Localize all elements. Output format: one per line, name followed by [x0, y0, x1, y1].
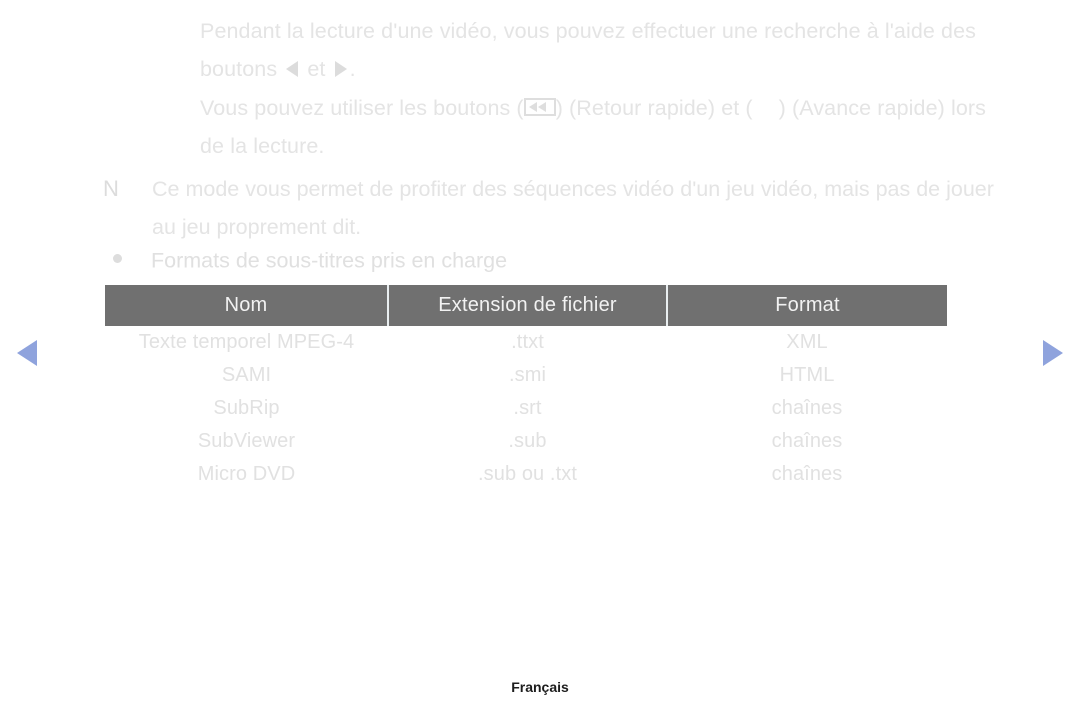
- table-cell-name: SubViewer: [197, 430, 296, 452]
- table-cell-name: SubRip: [213, 397, 280, 419]
- note-marker-n: N: [103, 176, 119, 201]
- table-row: SubViewer .sub chaînes: [105, 425, 947, 458]
- table-cell-name: Texte temporel MPEG-4: [138, 331, 355, 353]
- paragraph-seek-text-mid: et: [301, 57, 332, 81]
- table-cell-format: HTML: [779, 364, 835, 386]
- table-cell-format: chaînes: [771, 463, 843, 485]
- subtitle-formats-table: Nom Extension de fichier Format Texte te…: [105, 285, 947, 491]
- table-cell-extension: .srt: [513, 397, 542, 419]
- paragraph-playback-text-part2: ) (Retour rapide) et (: [555, 96, 753, 120]
- emanual-page: Pendant la lecture d'une vidéo, vous pou…: [0, 0, 1080, 705]
- table-row: Micro DVD .sub ou .txt chaînes: [105, 458, 947, 491]
- bullet-dot-icon: [113, 254, 122, 264]
- rewind-triangle-icon: [286, 61, 299, 78]
- note-block: N Ce mode vous permet de profiter des sé…: [103, 170, 1018, 246]
- next-page-arrow-icon[interactable]: [1043, 340, 1063, 366]
- table-cell-format: chaînes: [771, 397, 843, 419]
- table-cell-format: chaînes: [771, 430, 843, 452]
- footer-language: Français: [511, 679, 569, 695]
- table-cell-name: SAMI: [221, 364, 272, 386]
- previous-page-arrow-icon[interactable]: [17, 340, 37, 366]
- rewind-key-icon: [523, 98, 556, 117]
- table-cell-extension: .sub: [508, 430, 547, 452]
- table-cell-extension: .smi: [508, 364, 547, 386]
- paragraph-playback-text-part1: Vous pouvez utiliser les boutons (: [200, 96, 524, 120]
- table-cell-extension: .sub ou .txt: [477, 463, 578, 485]
- paragraph-playback-buttons: Vous pouvez utiliser les boutons ( ) (Ret…: [200, 89, 1012, 165]
- paragraph-seek-text-end: .: [349, 57, 356, 81]
- fast-forward-key-icon-missing: [753, 101, 779, 117]
- table-cell-name: Micro DVD: [197, 463, 296, 485]
- table-cell-extension: .ttxt: [511, 331, 544, 353]
- bullet-subtitle-formats: Formats de sous-titres pris en charge: [113, 241, 507, 278]
- table-row: Texte temporel MPEG-4 .ttxt XML: [105, 326, 947, 359]
- note-text: Ce mode vous permet de profiter des séqu…: [152, 177, 994, 239]
- table-header-row: Nom Extension de fichier Format: [105, 285, 947, 326]
- bullet-label: Formats de sous-titres pris en charge: [151, 248, 508, 273]
- table-row: SAMI .smi HTML: [105, 359, 947, 392]
- table-header-format: Format: [667, 285, 947, 326]
- paragraph-seek-buttons: Pendant la lecture d'une vidéo, vous pou…: [200, 12, 1012, 88]
- table-header-nom: Nom: [105, 285, 389, 326]
- table-header-extension: Extension de fichier: [388, 285, 668, 326]
- forward-triangle-icon: [334, 61, 347, 78]
- table-cell-format: XML: [786, 331, 828, 353]
- table-row: SubRip .srt chaînes: [105, 392, 947, 425]
